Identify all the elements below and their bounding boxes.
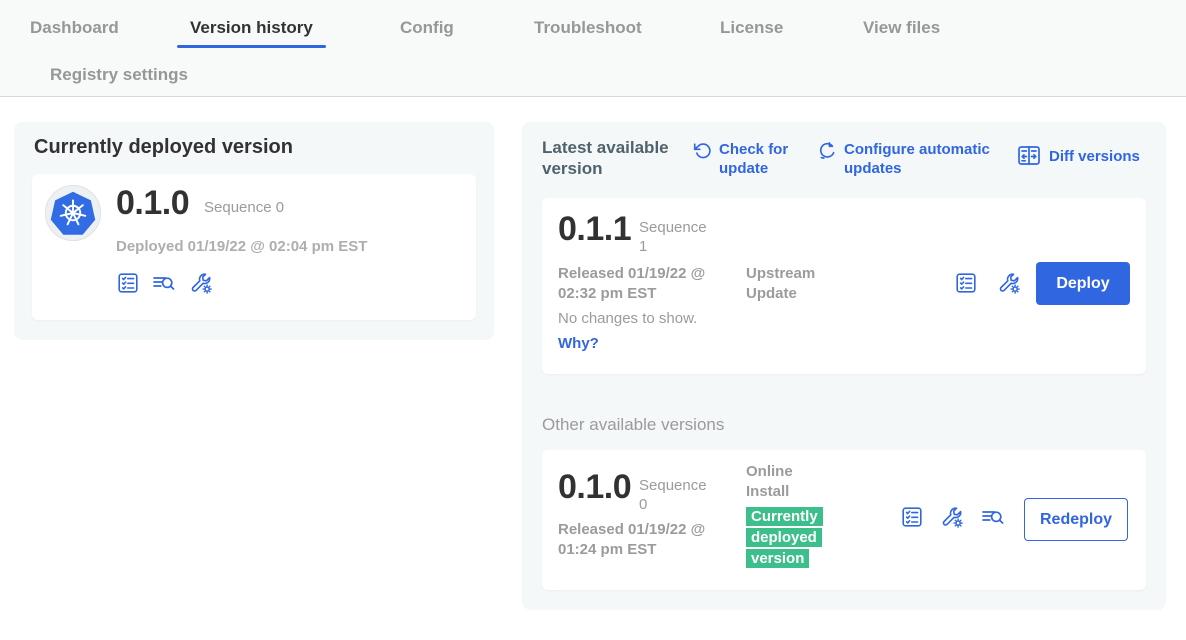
redeploy-button[interactable]: Redeploy — [1024, 498, 1128, 541]
other-version-number: 0.1.0 — [558, 468, 631, 507]
schedule-update-icon[interactable] — [817, 140, 837, 160]
other-version-card: 0.1.0 Sequence 0 Online Install Currentl… — [542, 450, 1146, 590]
other-released-timestamp: Released 01/19/22 @ 01:24 pm EST — [558, 520, 740, 560]
check-for-update-label: Check for update — [719, 140, 810, 178]
preflight-checks-icon[interactable] — [954, 271, 978, 295]
tab-license[interactable]: License — [720, 18, 783, 38]
configure-automatic-updates-link[interactable]: Configure automatic updates — [817, 140, 1013, 178]
release-notes-icon[interactable] — [151, 270, 177, 296]
config-values-icon[interactable] — [188, 270, 214, 296]
no-changes-text: No changes to show. — [558, 310, 697, 327]
version-history-page: Dashboard Version history Config Trouble… — [0, 0, 1186, 640]
other-available-versions-title: Other available versions — [542, 415, 724, 435]
deployed-version-number: 0.1.0 — [116, 184, 189, 223]
other-install-type: Online Install — [746, 462, 826, 502]
configure-automatic-updates-label: Configure automatic updates — [844, 140, 1013, 178]
refresh-icon[interactable] — [692, 140, 712, 160]
preflight-checks-icon[interactable] — [116, 271, 140, 295]
latest-released-timestamp: Released 01/19/22 @ 02:32 pm EST — [558, 264, 740, 304]
deployed-timestamp: Deployed 01/19/22 @ 02:04 pm EST — [116, 238, 367, 255]
config-values-icon[interactable] — [939, 504, 965, 530]
currently-deployed-panel: Currently deployed version — [14, 122, 494, 340]
config-values-icon[interactable] — [996, 270, 1022, 296]
deployed-sequence: Sequence 0 — [204, 198, 284, 217]
diff-versions-link[interactable]: Diff versions — [1016, 143, 1140, 169]
latest-available-panel: Latest available version Check for updat… — [522, 122, 1166, 610]
tab-view-files[interactable]: View files — [863, 18, 940, 38]
tab-dashboard[interactable]: Dashboard — [30, 18, 119, 38]
deployed-version-card: 0.1.0 Sequence 0 Deployed 01/19/22 @ 02:… — [32, 174, 476, 320]
check-for-update-link[interactable]: Check for update — [692, 140, 810, 178]
tab-registry-settings[interactable]: Registry settings — [50, 65, 188, 85]
latest-version-card: 0.1.1 Sequence 1 Released 01/19/22 @ 02:… — [542, 198, 1146, 374]
tab-version-history[interactable]: Version history — [190, 18, 313, 38]
latest-version-number: 0.1.1 — [558, 210, 631, 249]
currently-deployed-badge: Currently deployed version — [746, 507, 823, 568]
currently-deployed-title: Currently deployed version — [34, 136, 293, 159]
why-link[interactable]: Why? — [558, 335, 599, 352]
other-sequence: Sequence 0 — [639, 476, 711, 514]
deploy-button[interactable]: Deploy — [1036, 262, 1130, 305]
currently-deployed-badge-wrap: Currently deployed version — [746, 506, 830, 569]
preflight-checks-icon[interactable] — [900, 505, 924, 529]
tab-config[interactable]: Config — [400, 18, 454, 38]
release-notes-icon[interactable] — [980, 504, 1006, 530]
latest-sequence: Sequence 1 — [639, 218, 711, 256]
diff-icon[interactable] — [1016, 143, 1042, 169]
kubernetes-logo-icon — [44, 184, 102, 242]
tab-troubleshoot[interactable]: Troubleshoot — [534, 18, 642, 38]
latest-available-title: Latest available version — [542, 137, 682, 179]
top-nav: Dashboard Version history Config Trouble… — [0, 0, 1186, 97]
latest-update-type: Upstream Update — [746, 264, 856, 304]
diff-versions-label: Diff versions — [1049, 147, 1140, 166]
